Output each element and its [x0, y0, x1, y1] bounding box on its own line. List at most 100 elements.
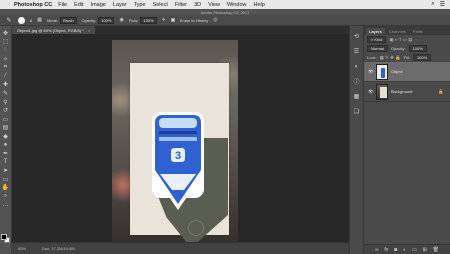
delete-layer-icon[interactable]: 🗑	[433, 247, 439, 253]
visibility-eye-icon[interactable]: 👁	[368, 89, 374, 95]
pressure-opacity-icon[interactable]: ◉	[119, 17, 123, 23]
visibility-eye-icon[interactable]: 👁	[368, 69, 374, 75]
layer-row-object[interactable]: 👁 Object	[364, 62, 450, 82]
quick-select-tool-icon[interactable]: ✧	[1, 55, 11, 64]
panel-icon-strip: ⟲ ☰ ◐ ⓘ ▦ ❏	[349, 26, 364, 254]
menu-file[interactable]: File	[58, 2, 67, 8]
tab-channels[interactable]: Channels	[386, 28, 409, 35]
zoom-tool-icon[interactable]: ⌕	[1, 192, 11, 201]
pen-tool-icon[interactable]: ✒	[1, 149, 11, 158]
zoom-level[interactable]: 60%	[18, 246, 26, 251]
menu-extras: ⌕ ☰	[431, 1, 445, 8]
layer-opacity-input[interactable]: 100%	[408, 45, 427, 52]
layers-panel: Layers Channels Paths ⌕ Kind ▣ ◐ T ▭ ▤ N…	[364, 26, 450, 254]
history-brush-tool-icon[interactable]: ↺	[1, 106, 11, 115]
new-layer-icon[interactable]: ⊞	[423, 247, 427, 253]
brush-panel-icon[interactable]: ▦	[37, 17, 42, 23]
lasso-tool-icon[interactable]: ◌	[1, 46, 11, 55]
brush-tool-icon[interactable]: ✎	[1, 89, 11, 98]
menu-type[interactable]: Type	[134, 2, 146, 8]
layer-thumbnail	[376, 63, 388, 80]
document-tab-title: Object1.jpg @ 60% (Object, RGB/8) *	[17, 27, 84, 33]
blur-tool-icon[interactable]: ◆	[1, 132, 11, 141]
layer-thumbnail	[376, 83, 388, 100]
eyedropper-tool-icon[interactable]: ⁄	[1, 72, 11, 81]
properties-panel-icon[interactable]: ☰	[352, 47, 361, 56]
swatches-panel-icon[interactable]: ▦	[352, 92, 361, 101]
healing-brush-tool-icon[interactable]: ✚	[1, 81, 11, 90]
opacity-field: Opacity: 100%	[81, 16, 115, 24]
brush-preset-picker[interactable]	[18, 16, 25, 24]
flow-input[interactable]: 100%	[140, 16, 157, 24]
add-mask-icon[interactable]: ◙	[394, 247, 397, 253]
blend-mode-select[interactable]: Normal	[367, 45, 388, 52]
close-tab-icon[interactable]: ×	[88, 28, 90, 33]
layer-filter-select[interactable]: ⌕ Kind	[367, 36, 387, 43]
crop-tool-icon[interactable]: ⌗	[1, 63, 11, 72]
opacity-label: Opacity:	[81, 17, 97, 23]
app-name-menu[interactable]: Photoshop CC	[14, 2, 52, 8]
tab-layers[interactable]: Layers	[366, 28, 385, 35]
mode-field: Mode: Brush	[46, 16, 77, 24]
type-tool-icon[interactable]: T	[1, 158, 11, 167]
more-tools-icon[interactable]: …	[1, 201, 11, 210]
lock-label: Lock:	[367, 55, 377, 60]
layer-name[interactable]: Background	[391, 89, 435, 94]
marquee-tool-icon[interactable]: ⬚	[1, 38, 11, 47]
eraser-brush-cursor	[188, 220, 204, 236]
menu-view[interactable]: View	[208, 2, 220, 8]
fill-label: Fill:	[403, 55, 410, 60]
lock-icons[interactable]: ▦ ✎ ✥ 🔒	[380, 55, 401, 61]
color-swatches[interactable]	[1, 234, 11, 244]
menu-select[interactable]: Select	[153, 2, 168, 8]
document-tab[interactable]: Object1.jpg @ 60% (Object, RGB/8) * ×	[12, 26, 96, 34]
menu-3d[interactable]: 3D	[194, 2, 201, 8]
info-panel-icon[interactable]: ⓘ	[352, 77, 361, 86]
move-tool-icon[interactable]: ✥	[1, 29, 11, 38]
sticker-number: 3	[175, 150, 181, 162]
tab-paths[interactable]: Paths	[410, 28, 426, 35]
search-icon[interactable]: ⌕	[431, 1, 434, 8]
opacity-input[interactable]: 100%	[98, 16, 115, 24]
libraries-panel-icon[interactable]: ❏	[352, 107, 361, 116]
menu-edit[interactable]: Edit	[74, 2, 83, 8]
gradient-tool-icon[interactable]: ▤	[1, 124, 11, 133]
airbrush-icon[interactable]: ✈	[162, 17, 166, 23]
foreground-color-swatch[interactable]	[1, 234, 7, 240]
rectangle-tool-icon[interactable]: ▭	[1, 175, 11, 184]
options-bar: ✎ 8 ▦ Mode: Brush Opacity: 100% ◉ Flow: …	[0, 15, 450, 26]
eraser-tool-icon[interactable]: ▭	[1, 115, 11, 124]
erase-to-history-label: Erase to History	[179, 17, 209, 23]
erase-to-history-checkbox[interactable]	[170, 18, 175, 22]
filter-icons[interactable]: ▣ ◐ T ▭ ▤	[389, 37, 412, 43]
menu-layer[interactable]: Layer	[113, 2, 127, 8]
doc-info[interactable]: Doc: 17.2M/19.0M	[42, 246, 75, 251]
eraser-tool-icon[interactable]: ✎	[5, 16, 13, 24]
adjustment-layer-icon[interactable]: ◐	[403, 247, 406, 253]
menu-window[interactable]: Window	[227, 2, 247, 8]
menu-filter[interactable]: Filter	[175, 2, 187, 8]
dodge-tool-icon[interactable]: ●	[1, 141, 11, 150]
window-title: Adobe Photoshop CC 2017	[200, 9, 250, 15]
fill-input[interactable]: 100%	[412, 54, 432, 61]
menu-help[interactable]: Help	[254, 2, 265, 8]
flow-label: Flow:	[128, 17, 139, 23]
layer-row-background[interactable]: 👁 Background 🔒	[364, 82, 450, 102]
layer-style-icon[interactable]: fx	[384, 247, 388, 253]
list-icon[interactable]: ☰	[440, 1, 445, 8]
mode-select[interactable]: Brush	[60, 16, 77, 24]
lock-row: Lock: ▦ ✎ ✥ 🔒 Fill: 100%	[364, 53, 450, 62]
hand-tool-icon[interactable]: ✋	[1, 184, 11, 193]
canvas-area[interactable]: 3	[12, 34, 349, 242]
path-select-tool-icon[interactable]: ➤	[1, 167, 11, 176]
pressure-size-icon[interactable]: ◎	[213, 17, 217, 23]
link-layers-icon[interactable]: ∞	[375, 247, 379, 253]
mode-label: Mode:	[46, 17, 59, 23]
history-panel-icon[interactable]: ⟲	[352, 32, 361, 41]
adjustments-panel-icon[interactable]: ◐	[352, 62, 361, 71]
menu-image[interactable]: Image	[91, 2, 106, 8]
layer-name[interactable]: Object	[391, 69, 450, 74]
clone-stamp-tool-icon[interactable]: ⚲	[1, 98, 11, 107]
new-group-icon[interactable]: ▭	[412, 247, 417, 253]
document-tabs: Object1.jpg @ 60% (Object, RGB/8) * ×	[12, 26, 360, 34]
